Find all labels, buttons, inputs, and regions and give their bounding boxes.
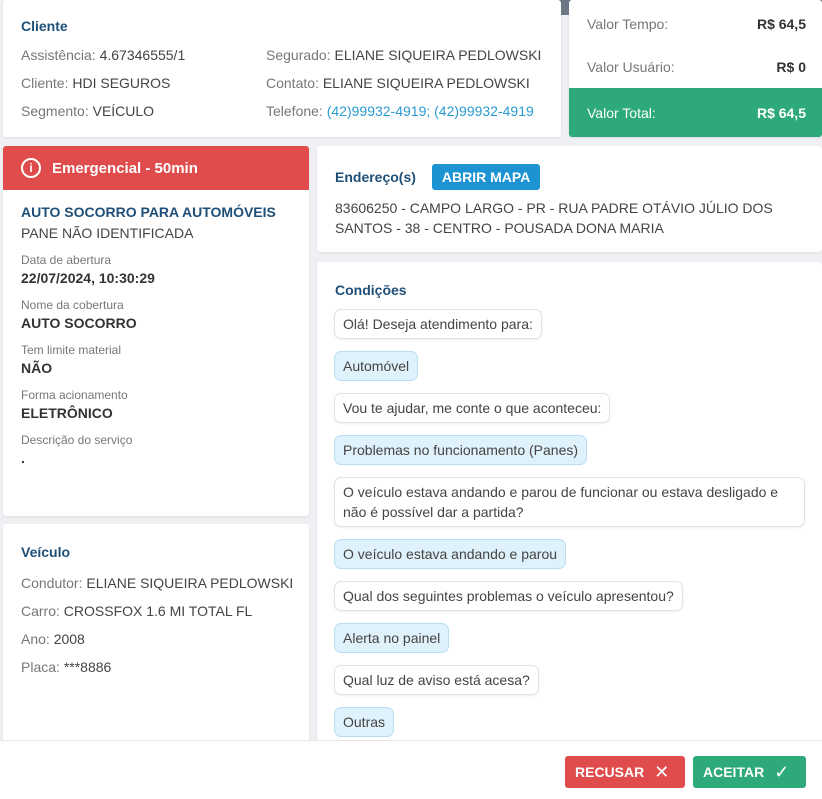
- endereco-text: 83606250 - CAMPO LARGO - PR - RUA PADRE …: [335, 200, 773, 236]
- telefone-label: Telefone:: [266, 103, 323, 119]
- placa-label: Placa:: [21, 659, 60, 675]
- chat-answer: Outras: [335, 708, 394, 736]
- servico-subtitle: PANE NÃO IDENTIFICADA: [21, 225, 194, 241]
- cliente-label: Cliente:: [21, 75, 69, 91]
- valor-total-label: Valor Total:: [587, 104, 656, 121]
- field-value: NÃO: [21, 360, 53, 376]
- veiculo-list: Condutor: ELIANE SIQUEIRA PEDLOWSKI Carr…: [21, 574, 294, 686]
- close-icon: ✕: [654, 761, 670, 782]
- assistencia-row: Assistência: 4.67346555/1: [21, 46, 185, 74]
- chat-question: Qual dos seguintes problemas o veículo a…: [335, 582, 682, 610]
- valor-tempo-row: Valor Tempo: R$ 64,5: [569, 0, 822, 48]
- endereco-title: Endereço(s): [335, 169, 416, 185]
- field-label: Forma acionamento: [21, 388, 128, 402]
- ano-value: 2008: [53, 631, 85, 647]
- condicoes-title: Condições: [335, 282, 407, 298]
- cliente-row: Cliente: HDI SEGUROS: [21, 74, 185, 102]
- field-value: 22/07/2024, 10:30:29: [21, 270, 155, 286]
- action-footer: RECUSAR ✕ ACEITAR ✓: [0, 740, 822, 799]
- segmento-row: Segmento: VEÍCULO: [21, 102, 185, 130]
- valor-usuario-label: Valor Usuário:: [587, 59, 675, 75]
- recusar-button[interactable]: RECUSAR ✕: [565, 756, 685, 788]
- condicoes-chat: Olá! Deseja atendimento para: Automóvel …: [335, 310, 804, 742]
- contato-value: ELIANE SIQUEIRA PEDLOWSKI: [322, 75, 530, 91]
- veiculo-title: Veículo: [21, 544, 71, 560]
- cliente-title: Cliente: [21, 18, 68, 34]
- field-value: .: [21, 450, 25, 466]
- segurado-row: Segurado: ELIANE SIQUEIRA PEDLOWSKI: [266, 46, 541, 74]
- condutor-row: Condutor: ELIANE SIQUEIRA PEDLOWSKI: [21, 574, 294, 602]
- contato-row: Contato: ELIANE SIQUEIRA PEDLOWSKI: [266, 74, 541, 102]
- telefone-link[interactable]: (42)99932-4919; (42)99932-4919: [327, 103, 534, 119]
- valores-card: Valor Tempo: R$ 64,5 Valor Usuário: R$ 0…: [569, 0, 822, 137]
- valor-tempo-value: R$ 64,5: [756, 16, 806, 32]
- field-label: Tem limite material: [21, 343, 122, 357]
- valor-usuario-row: Valor Usuário: R$ 0: [569, 48, 822, 86]
- endereco-header: Endereço(s) ABRIR MAPA: [335, 164, 804, 190]
- field-label: Descrição do serviço: [21, 433, 133, 447]
- valor-total-row: Valor Total: R$ 64,5: [569, 88, 822, 137]
- ano-row: Ano: 2008: [21, 630, 291, 658]
- valor-usuario-value: R$ 0: [776, 59, 806, 75]
- carro-value: CROSSFOX 1.6 MI TOTAL FL: [63, 603, 253, 619]
- chat-question: Vou te ajudar, me conte o que aconteceu:: [335, 394, 610, 422]
- abrir-mapa-button[interactable]: ABRIR MAPA: [431, 164, 541, 190]
- info-circle-icon: i: [21, 158, 41, 178]
- assistencia-value: 4.67346555/1: [99, 47, 186, 63]
- field-label: Data de abertura: [21, 253, 112, 267]
- aceitar-label: ACEITAR: [703, 764, 765, 780]
- aceitar-button[interactable]: ACEITAR ✓: [693, 756, 806, 788]
- carro-label: Carro:: [21, 603, 60, 619]
- field-label: Nome da cobertura: [21, 298, 124, 312]
- condutor-value: ELIANE SIQUEIRA PEDLOWSKI: [86, 575, 294, 591]
- ano-label: Ano:: [21, 631, 50, 647]
- field-value: ELETRÔNICO: [21, 405, 113, 421]
- chat-answer: O veículo estava andando e parou: [335, 540, 566, 568]
- chat-question: Olá! Deseja atendimento para:: [335, 310, 541, 338]
- detalhes-body: AUTO SOCORRO PARA AUTOMÓVEIS PANE NÃO ID…: [3, 190, 309, 478]
- recusar-label: RECUSAR: [575, 764, 645, 780]
- cliente-card: Cliente Assistência: 4.67346555/1 Client…: [3, 0, 561, 137]
- chat-answer: Automóvel: [335, 352, 418, 380]
- chat-answer: Alerta no painel: [335, 624, 449, 652]
- placa-value: ***8886: [63, 659, 112, 675]
- servico-title: AUTO SOCORRO PARA AUTOMÓVEIS: [21, 204, 276, 220]
- detalhes-card: i Emergencial - 50min AUTO SOCORRO PARA …: [3, 146, 309, 516]
- carro-row: Carro: CROSSFOX 1.6 MI TOTAL FL: [21, 602, 291, 630]
- segmento-label: Segmento:: [21, 103, 89, 119]
- chat-question: O veículo estava andando e parou de func…: [335, 478, 804, 526]
- condutor-label: Condutor:: [21, 575, 83, 591]
- valor-tempo-label: Valor Tempo:: [587, 16, 669, 32]
- segurado-value: ELIANE SIQUEIRA PEDLOWSKI: [334, 47, 542, 63]
- check-icon: ✓: [774, 761, 790, 782]
- emergencial-banner: i Emergencial - 50min: [3, 146, 309, 190]
- condicoes-card[interactable]: Condições Olá! Deseja atendimento para: …: [317, 262, 822, 742]
- endereco-card: Endereço(s) ABRIR MAPA 83606250 - CAMPO …: [317, 146, 822, 252]
- telefone-row: Telefone: (42)99932-4919; (42)99932-4919: [266, 102, 541, 130]
- veiculo-card: Veículo Condutor: ELIANE SIQUEIRA PEDLOW…: [3, 524, 309, 744]
- valor-total-value: R$ 64,5: [756, 104, 806, 121]
- emergencial-label: Emergencial - 50min: [52, 159, 198, 177]
- contato-label: Contato:: [266, 75, 319, 91]
- segurado-label: Segurado:: [266, 47, 331, 63]
- segmento-value: VEÍCULO: [92, 103, 155, 119]
- assistencia-label: Assistência:: [21, 47, 96, 63]
- field-value: AUTO SOCORRO: [21, 315, 137, 331]
- chat-question: Qual luz de aviso está acesa?: [335, 666, 538, 694]
- cliente-value: HDI SEGUROS: [72, 75, 171, 91]
- chat-answer: Problemas no funcionamento (Panes): [335, 436, 587, 464]
- placa-row: Placa: ***8886: [21, 658, 291, 686]
